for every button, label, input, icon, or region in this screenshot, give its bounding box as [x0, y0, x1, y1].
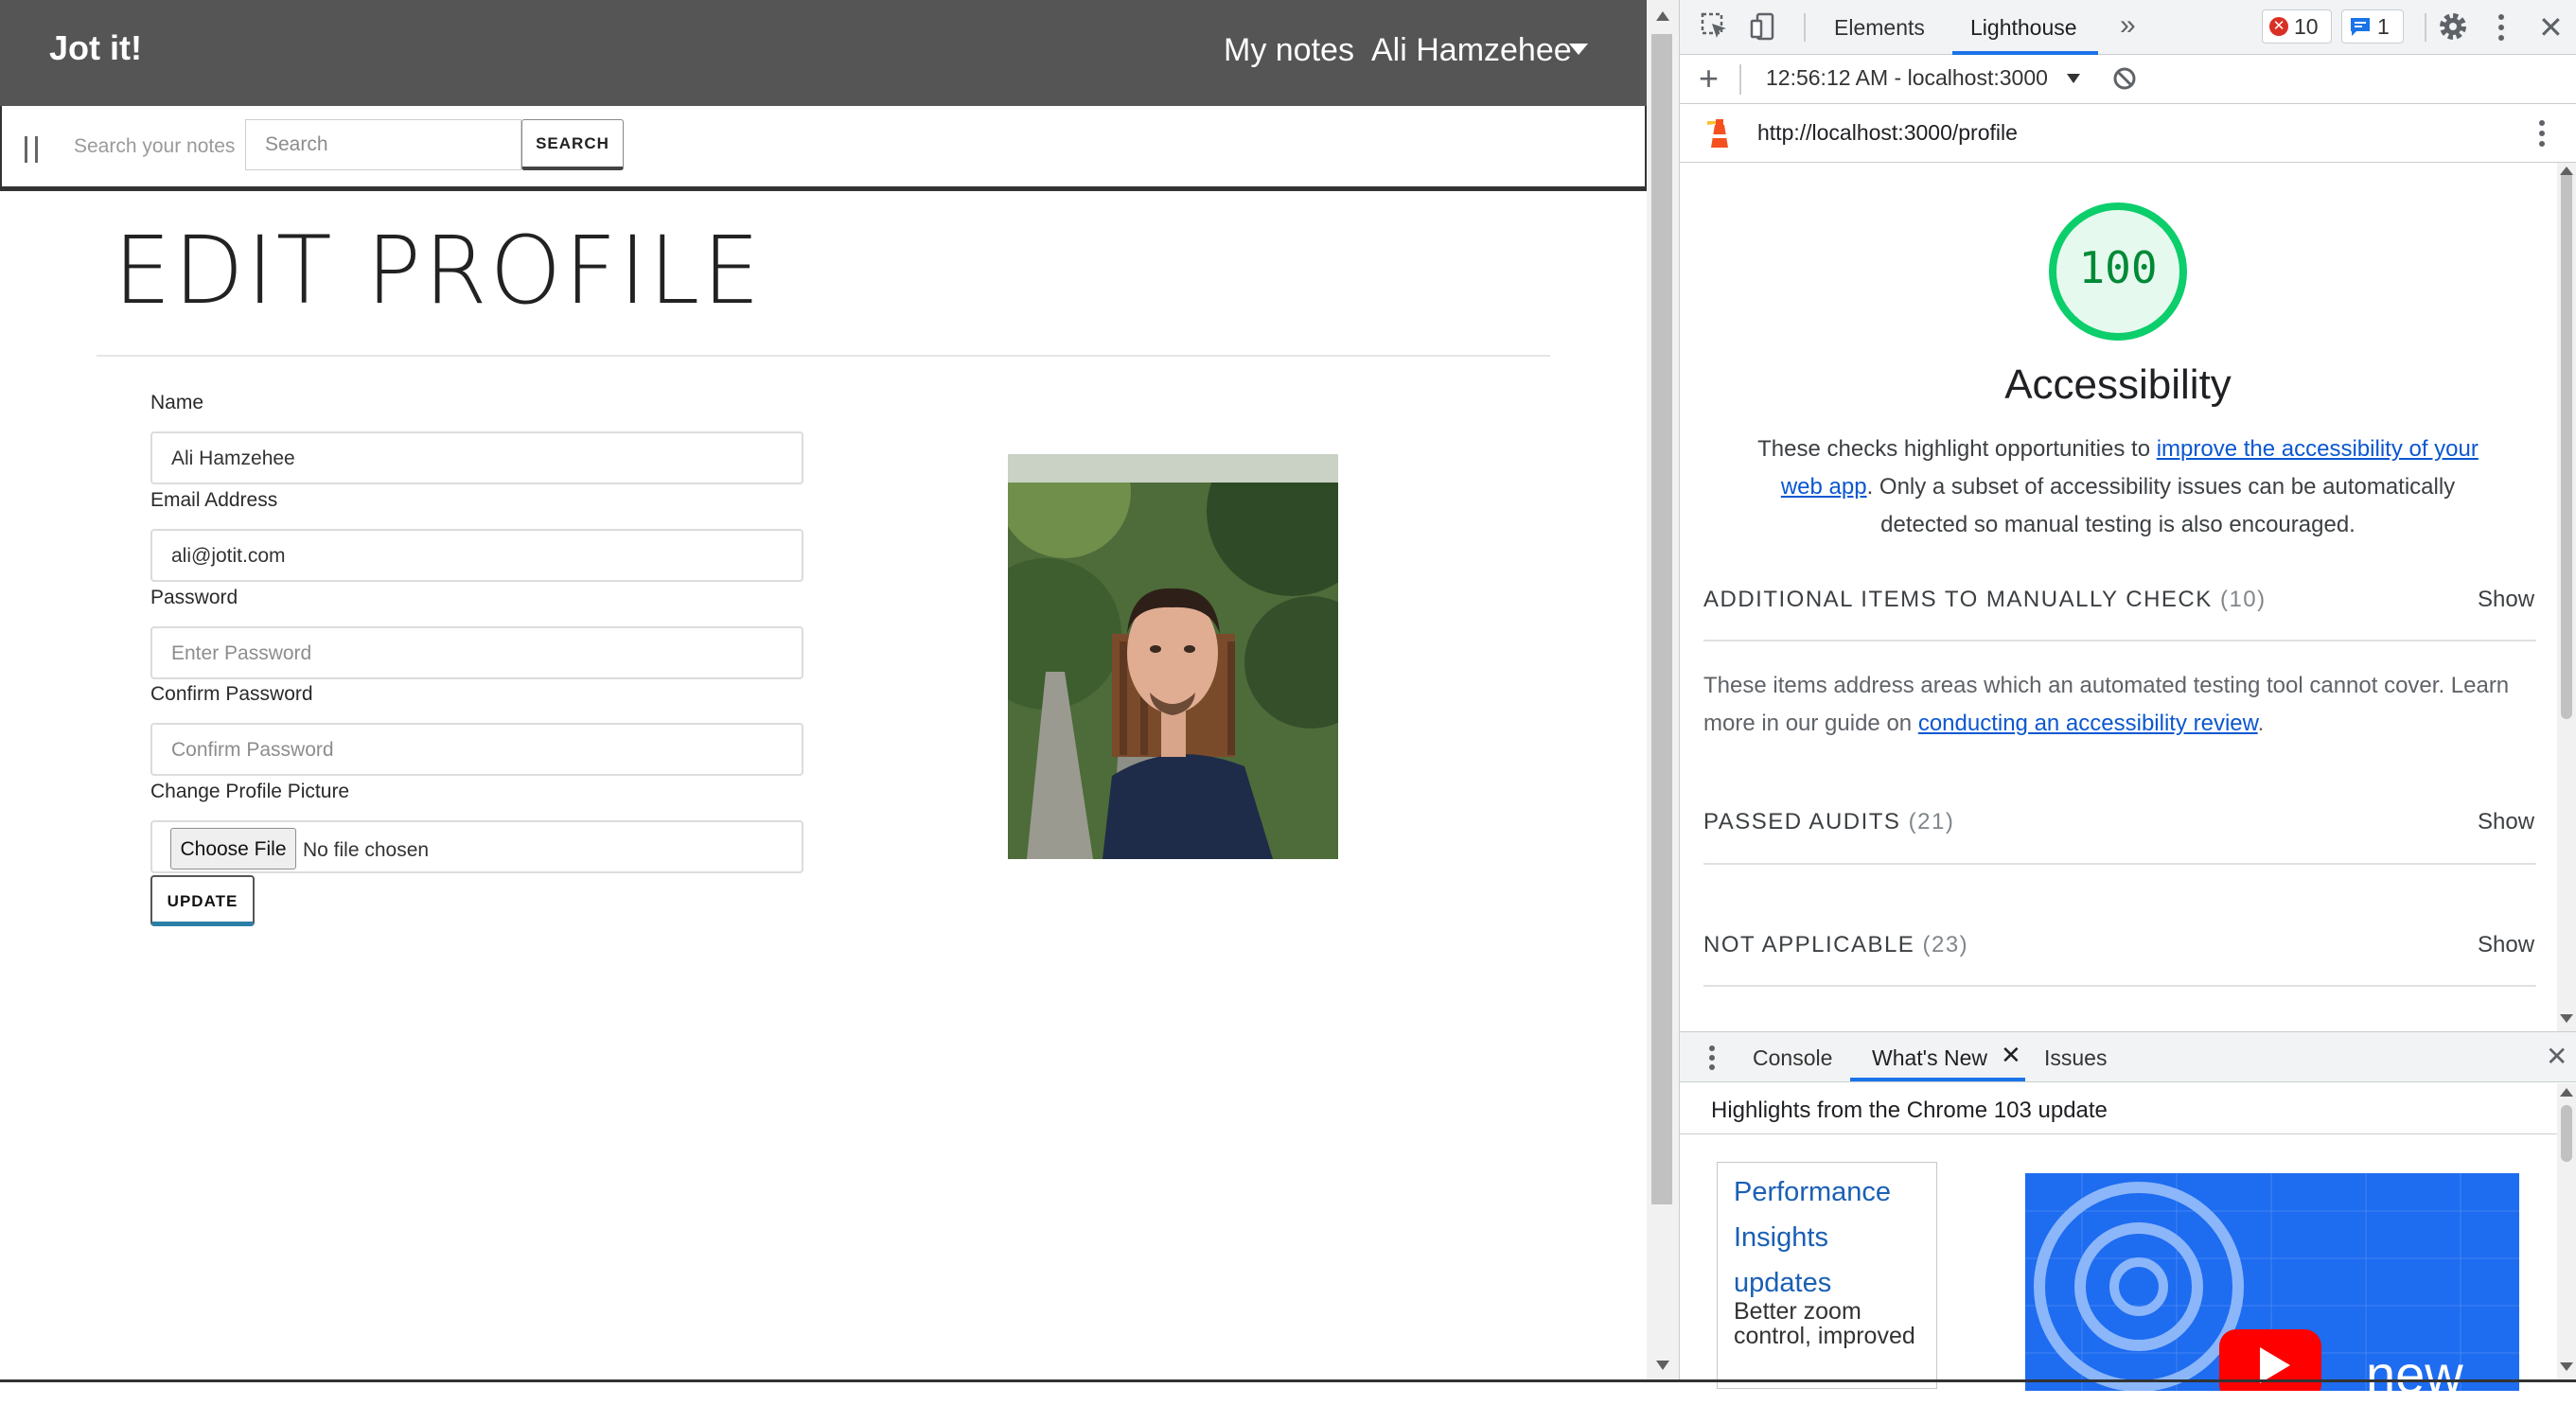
title-divider	[97, 355, 1550, 357]
profile-photo-art	[1008, 454, 1338, 859]
drawer-scrollbar-thumb[interactable]	[2561, 1105, 2572, 1162]
error-count: 10	[2294, 14, 2319, 39]
profile-photo	[1008, 454, 1338, 859]
tab-lighthouse[interactable]: Lighthouse	[1970, 15, 2077, 41]
video-caption: new	[2366, 1344, 2463, 1404]
group-divider	[1703, 640, 2536, 641]
password-field[interactable]: Enter Password	[150, 626, 803, 679]
file-status-text: No file chosen	[303, 839, 430, 861]
name-field[interactable]: Ali Hamzehee	[150, 431, 803, 484]
scroll-down-icon[interactable]	[2560, 1014, 2573, 1023]
search-label: Search your notes	[74, 135, 236, 157]
more-tabs-icon[interactable]: »	[2120, 9, 2136, 42]
group-divider	[1703, 863, 2536, 865]
scroll-down-icon[interactable]	[2560, 1362, 2573, 1371]
error-icon: ✕	[2269, 17, 2288, 36]
clear-reports-icon[interactable]	[2112, 66, 2137, 96]
new-report-icon[interactable]: +	[1699, 59, 1719, 98]
email-label: Email Address	[150, 489, 278, 511]
group-manual-show-toggle[interactable]: Show	[2478, 587, 2534, 613]
settings-gear-icon[interactable]	[2436, 9, 2470, 48]
tab-divider	[1804, 13, 1806, 42]
group-manual-count: (10)	[2219, 587, 2267, 612]
drawer-tab-whats-new[interactable]: What's New	[1872, 1045, 1987, 1071]
manual-description-text: .	[2257, 711, 2265, 736]
description-text: These checks highlight opportunities to	[1757, 436, 2157, 462]
scroll-up-icon[interactable]	[2560, 1088, 2573, 1097]
description-text: . Only a subset of accessibility issues …	[1866, 474, 2456, 537]
group-manual-title[interactable]: ADDITIONAL ITEMS TO MANUALLY CHECK (10)	[1703, 587, 2267, 613]
nav-user-menu[interactable]: Ali Hamzehee	[1371, 32, 1572, 69]
tab-elements[interactable]: Elements	[1834, 15, 1925, 41]
device-toolbar-icon[interactable]	[1749, 11, 1779, 46]
caret-down-icon[interactable]	[1569, 44, 1588, 55]
search-input[interactable]: Search	[245, 119, 521, 170]
dropdown-arrow-icon[interactable]	[2067, 74, 2080, 83]
lighthouse-icon	[1707, 117, 1732, 154]
group-divider	[1703, 985, 2536, 987]
email-field[interactable]: ali@jotit.com	[150, 529, 803, 582]
feature-card-text: Better zoom control, improved	[1734, 1298, 1915, 1349]
close-drawer-icon[interactable]: ✕	[2546, 1041, 2567, 1072]
name-label: Name	[150, 392, 204, 413]
update-button[interactable]: UPDATE	[150, 875, 255, 926]
close-devtools-icon[interactable]: ✕	[2538, 9, 2564, 45]
message-icon	[2349, 16, 2372, 42]
report-menu-icon[interactable]	[2539, 117, 2545, 154]
score-value: 100	[2078, 242, 2158, 293]
confirm-password-field[interactable]: Confirm Password	[150, 723, 803, 776]
group-passed-count: (21)	[1908, 809, 1955, 834]
message-count: 1	[2377, 14, 2390, 39]
group-na-label: NOT APPLICABLE	[1703, 932, 1915, 957]
sidebar-toggle-icon[interactable]	[25, 136, 38, 163]
choose-file-button[interactable]: Choose File	[170, 828, 296, 869]
scroll-down-icon[interactable]	[1656, 1361, 1669, 1370]
drawer-tab-console[interactable]: Console	[1753, 1045, 1832, 1071]
group-passed-title[interactable]: PASSED AUDITS (21)	[1703, 809, 1954, 835]
audited-url: http://localhost:3000/profile	[1757, 120, 2018, 145]
drawer-menu-icon[interactable]	[1709, 1044, 1715, 1077]
kebab-menu-icon[interactable]	[2498, 11, 2504, 44]
nav-my-notes-link[interactable]: My notes	[1224, 32, 1354, 69]
password-label: Password	[150, 587, 238, 608]
brand-logo[interactable]: Jot it!	[49, 28, 142, 68]
group-na-title[interactable]: NOT APPLICABLE (23)	[1703, 932, 1968, 958]
search-button[interactable]: SEARCH	[521, 119, 624, 170]
profile-picture-label: Change Profile Picture	[150, 781, 350, 802]
whats-new-heading: Highlights from the Chrome 103 update	[1711, 1098, 2108, 1123]
confirm-password-label: Confirm Password	[150, 683, 313, 705]
scroll-up-icon[interactable]	[2560, 167, 2573, 175]
group-manual-label: ADDITIONAL ITEMS TO MANUALLY CHECK	[1703, 587, 2213, 612]
group-passed-show-toggle[interactable]: Show	[2478, 809, 2534, 835]
category-description: These checks highlight opportunities to …	[1747, 430, 2489, 544]
category-title: Accessibility	[2004, 361, 2232, 408]
group-na-count: (23)	[1922, 932, 1969, 957]
page-title: EDIT PROFILE	[114, 216, 763, 325]
group-passed-label: PASSED AUDITS	[1703, 809, 1901, 834]
drawer-tab-active-indicator	[1850, 1078, 2025, 1081]
group-na-show-toggle[interactable]: Show	[2478, 932, 2534, 958]
page-scrollbar-thumb[interactable]	[1651, 34, 1672, 1204]
accessibility-review-link[interactable]: conducting an accessibility review	[1918, 711, 2258, 736]
toolbar-divider	[1739, 64, 1741, 95]
close-tab-icon[interactable]: ✕	[2001, 1041, 2021, 1070]
report-scrollbar-thumb[interactable]	[2561, 170, 2572, 719]
tab-divider	[2425, 13, 2426, 42]
feature-card-title[interactable]: Performance Insights updates	[1734, 1169, 1932, 1306]
drawer-tab-issues[interactable]: Issues	[2044, 1045, 2107, 1071]
report-selector[interactable]: 12:56:12 AM - localhost:3000	[1766, 65, 2048, 91]
scroll-up-icon[interactable]	[1656, 11, 1669, 21]
inspect-element-icon[interactable]	[1700, 11, 1730, 46]
manual-description: These items address areas which an autom…	[1703, 667, 2527, 743]
